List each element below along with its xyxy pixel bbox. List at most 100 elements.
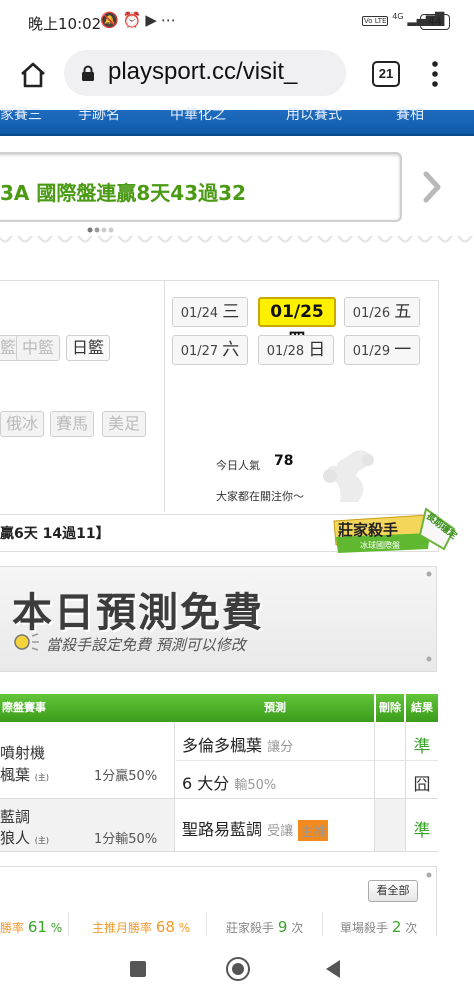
notification-icons: 🔕⏰▶⋯ — [100, 11, 180, 29]
result-mark: 囧 — [413, 775, 431, 795]
prediction-pick: 聖路易藍調 受讓 主推 — [182, 816, 329, 841]
stat-label: 勝率 — [0, 921, 25, 935]
lightbulb-icon — [14, 633, 39, 651]
stat-value: 61 — [27, 918, 47, 936]
lock-icon — [82, 65, 94, 81]
date-label: 01/28 — [266, 344, 305, 359]
stat-value: 68 — [155, 918, 175, 936]
pick-text: 多倫多楓葉 — [182, 736, 263, 755]
section-divider — [0, 236, 474, 243]
date-label: 01/25 — [270, 302, 324, 322]
site-nav-item[interactable]: 手跡名 — [78, 104, 120, 124]
site-nav-item[interactable]: 中華化之 — [170, 104, 226, 124]
stat-single-game-killer: 單場殺手 2 次 — [340, 918, 417, 936]
team-home-name: 楓葉 — [0, 766, 31, 784]
stat-unit: % — [178, 921, 191, 935]
stat-label: 莊家殺手 — [226, 921, 275, 935]
stat-unit: 次 — [291, 921, 304, 935]
game-line: 1分贏50% — [94, 769, 158, 784]
sport-tag[interactable]: 中籃 — [16, 335, 61, 361]
date-button[interactable]: 01/24 三 — [172, 297, 248, 327]
team-home: 楓葉 (主) — [0, 764, 49, 785]
pick-text: 聖路易藍調 — [182, 820, 263, 839]
weekday-label: 一 — [394, 340, 412, 360]
banner-text[interactable]: 3A 國際盤連贏8天43過32 — [0, 177, 246, 206]
result-mark: 準 — [413, 821, 431, 841]
home-mark: (主) — [34, 773, 50, 782]
date-button[interactable]: 01/28 日 — [258, 335, 334, 365]
volte-icon: Vo LTE — [362, 16, 389, 26]
url-text[interactable]: playsport.cc/visit_ — [108, 58, 297, 86]
stat-value: 9 — [277, 918, 288, 936]
team-away: 噴射機 — [0, 744, 46, 762]
network-type: 4G — [392, 12, 404, 21]
team-home-name: 狼人 — [0, 829, 31, 847]
site-nav-item[interactable]: 賽相 — [396, 104, 424, 124]
back-icon[interactable] — [326, 960, 340, 978]
dealer-killer-badge: 莊家殺手 冰球國際盤 長期穩定 — [330, 505, 460, 561]
cheerleader-decoration-icon — [323, 450, 374, 502]
prediction-pick: 多倫多楓葉 讓分 — [182, 732, 293, 756]
promo-title: 本日預測免費 — [12, 590, 264, 636]
sport-tag[interactable]: 賽馬 — [50, 411, 95, 437]
pick-note: 輸50% — [234, 778, 277, 793]
sport-tag-selected[interactable]: 日籃 — [66, 335, 111, 361]
sport-tag[interactable]: 美足 — [102, 411, 147, 437]
recents-icon[interactable] — [130, 961, 146, 977]
stat-unit: % — [50, 921, 63, 935]
badge-title: 莊家殺手 — [338, 521, 399, 539]
date-button[interactable]: 01/29 一 — [344, 335, 420, 365]
battery-icon: 44 — [420, 14, 450, 30]
column-header-delete: 刪除 — [376, 694, 404, 722]
date-label: 01/29 — [352, 344, 391, 359]
column-header-prediction: 預測 — [176, 694, 374, 722]
popularity-subtitle: 大家都在關注你～ — [216, 490, 304, 503]
team-home: 狼人 (主) — [0, 827, 49, 848]
site-nav-bar: 家賽三 手跡名 中華化之 用以賽式 賽相 — [0, 107, 474, 136]
date-button-selected[interactable]: 01/25 四 — [258, 297, 336, 350]
stat-dealer-killer: 莊家殺手 9 次 — [226, 918, 303, 936]
date-label: 01/24 — [180, 306, 219, 321]
pick-note: 讓分 — [267, 740, 294, 755]
stat-win-rate: 勝率 61 % — [0, 918, 62, 936]
carousel-dots[interactable] — [86, 226, 116, 234]
tab-switcher-button[interactable]: 21 — [372, 61, 400, 87]
stat-value: 2 — [391, 918, 402, 936]
popularity-label: 今日人氣 — [216, 459, 260, 472]
stat-label: 單場殺手 — [340, 921, 389, 935]
record-text: 贏6天 14過11】 — [0, 526, 110, 542]
home-icon[interactable] — [18, 60, 48, 90]
pick-text: 6 大分 — [182, 774, 230, 793]
prediction-pick: 6 大分 輸50% — [182, 770, 276, 794]
game-line: 1分輸50% — [94, 832, 158, 847]
panel-divider — [164, 280, 165, 512]
stat-unit: 次 — [405, 921, 418, 935]
status-time: 晚上10:02 — [28, 15, 102, 33]
site-nav-item[interactable]: 用以賽式 — [286, 104, 342, 124]
corner-dot-icon — [426, 656, 432, 662]
chevron-right-icon[interactable] — [418, 168, 446, 206]
team-away: 藍調 — [0, 808, 31, 826]
pick-note: 受讓 — [267, 824, 294, 839]
popularity-value: 78 — [274, 453, 294, 469]
date-button[interactable]: 01/26 五 — [344, 297, 420, 327]
corner-dot-icon — [426, 872, 432, 878]
row-divider — [176, 760, 438, 761]
sport-tag[interactable]: 俄冰 — [0, 411, 45, 437]
overflow-menu-icon[interactable] — [432, 60, 438, 88]
column-divider — [374, 799, 375, 851]
site-nav-item[interactable]: 家賽三 — [0, 104, 42, 124]
date-button[interactable]: 01/27 六 — [172, 335, 248, 365]
weekday-label: 五 — [394, 302, 412, 322]
date-label: 01/27 — [180, 344, 219, 359]
promo-subtitle: 當殺手設定免費 預測可以修改 — [46, 636, 246, 654]
weekday-label: 六 — [222, 340, 240, 360]
stat-label: 主推月勝率 — [92, 921, 153, 935]
status-bar: 晚上10:02 🔕⏰▶⋯ Vo LTE 4G ▂▄▆█ 44 — [0, 0, 474, 44]
corner-dot-icon — [426, 571, 432, 577]
column-header-game: 際盤賽事 — [0, 694, 176, 722]
view-all-button[interactable]: 看全部 — [368, 880, 418, 902]
home-mark: (主) — [34, 836, 50, 845]
home-button-icon[interactable] — [226, 957, 250, 981]
weekday-label: 日 — [308, 340, 326, 360]
